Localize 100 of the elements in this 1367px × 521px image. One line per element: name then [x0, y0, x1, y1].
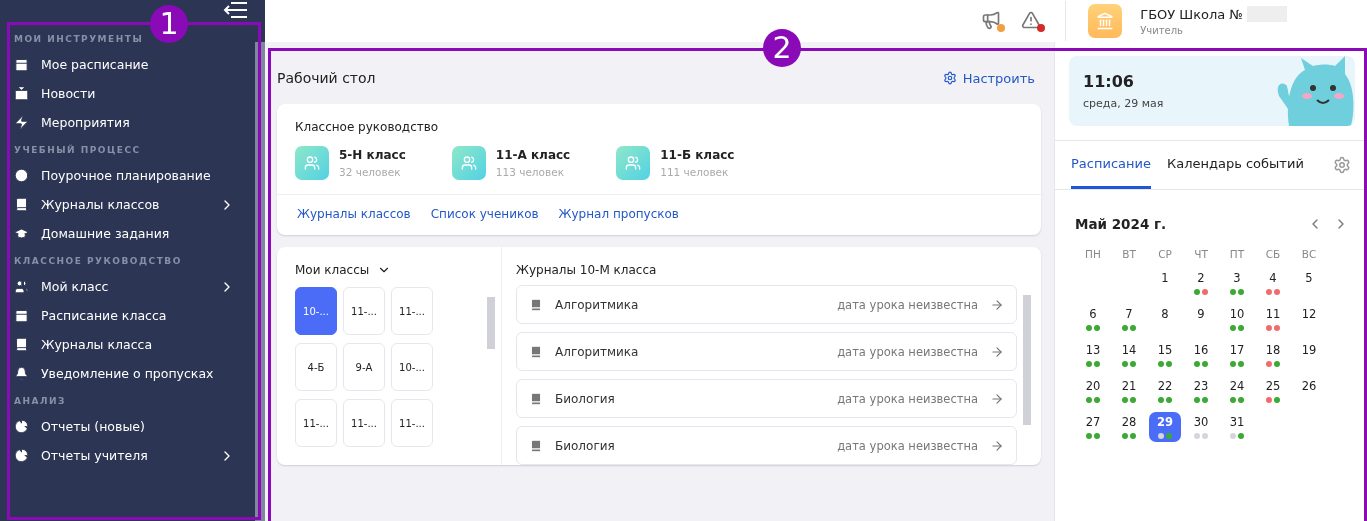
menu-item[interactable]: Мой класс: [14, 272, 255, 301]
section-title: АНАЛИЗ: [14, 396, 67, 406]
class-name: 11-А класс: [495, 148, 571, 162]
calendar-day[interactable]: 9: [1185, 304, 1217, 334]
class-tile[interactable]: 9-А: [343, 343, 385, 391]
link[interactable]: Журнал пропусков: [558, 207, 679, 221]
menu-item[interactable]: Мероприятия: [14, 108, 255, 137]
configure-button[interactable]: Настроить: [936, 70, 1041, 86]
calendar-day[interactable]: 1: [1149, 268, 1181, 298]
tab[interactable]: Календарь событий: [1166, 141, 1304, 189]
book-icon: [14, 337, 29, 352]
menu-item[interactable]: Журналы классов: [14, 190, 255, 219]
calendar-day[interactable]: 3: [1221, 268, 1253, 298]
people-icon: [460, 155, 477, 171]
calendar-day[interactable]: 22: [1149, 376, 1181, 406]
calendar-day[interactable]: 13: [1077, 340, 1109, 370]
calendar-day[interactable]: 29: [1149, 412, 1181, 442]
journal-row[interactable]: Алгоритмика дата урока неизвестна: [516, 332, 1017, 371]
class-tile[interactable]: 11-...: [343, 399, 385, 447]
journal-row[interactable]: Биология дата урока неизвестна: [516, 426, 1017, 465]
pie-chart-icon: [14, 448, 29, 463]
calendar-day[interactable]: 20: [1077, 376, 1109, 406]
class-tile[interactable]: 11-...: [343, 287, 385, 335]
calendar-day[interactable]: 4: [1257, 268, 1289, 298]
section-title: УЧЕБНЫЙ ПРОЦЕСС: [14, 145, 142, 155]
class-tile[interactable]: 11-...: [391, 287, 433, 335]
calendar-day[interactable]: 28: [1113, 412, 1145, 442]
class-tile[interactable]: 11-...: [391, 399, 433, 447]
calendar-day[interactable]: 27: [1077, 412, 1109, 442]
arrow-right-icon: [990, 391, 1004, 406]
link[interactable]: Журналы классов: [297, 207, 411, 221]
journal-row[interactable]: Биология дата урока неизвестна: [516, 379, 1017, 418]
book-icon: [529, 344, 543, 359]
menu-item[interactable]: Отчеты (новые): [14, 412, 255, 441]
calendar-day[interactable]: 11: [1257, 304, 1289, 334]
weekday-label: СБ: [1264, 248, 1282, 262]
calendar-day[interactable]: 19: [1293, 340, 1325, 370]
book-icon: [529, 438, 543, 453]
menu-item[interactable]: Домашние задания: [14, 219, 255, 248]
student-count: 32 человек: [339, 166, 402, 178]
menu-item[interactable]: Журналы класса: [14, 330, 255, 359]
arrow-right-icon: [990, 297, 1004, 312]
current-time: 11:06: [1083, 72, 1135, 91]
menu-item[interactable]: Поурочное планирование: [14, 161, 255, 190]
menu-item[interactable]: Мое расписание: [14, 50, 255, 79]
calendar-day[interactable]: 5: [1293, 268, 1325, 298]
calendar-day[interactable]: 25: [1257, 376, 1289, 406]
menu-item[interactable]: Отчеты учителя: [14, 441, 255, 470]
calendar-day[interactable]: 14: [1113, 340, 1145, 370]
section-title: МОИ ИНСТРУМЕНТЫ: [14, 34, 145, 44]
weekday-label: ПТ: [1228, 248, 1246, 262]
student-count: 113 человек: [495, 166, 565, 178]
weekday-label: ВС: [1300, 248, 1318, 262]
weekday-label: СР: [1157, 248, 1173, 262]
calendar-day[interactable]: 24: [1221, 376, 1253, 406]
calendar-day[interactable]: 31: [1221, 412, 1253, 442]
tv-icon: [14, 86, 29, 101]
gear-icon: [942, 71, 957, 85]
section-title: КЛАССНОЕ РУКОВОДСТВО: [14, 256, 183, 266]
journal-row[interactable]: Алгоритмика дата урока неизвестна: [516, 285, 1017, 324]
calendar-day[interactable]: 26: [1293, 376, 1325, 406]
weekday-label: ЧТ: [1193, 248, 1209, 262]
class-tile[interactable]: 10-...: [391, 343, 433, 391]
book-icon: [529, 391, 543, 406]
class-tile[interactable]: 4-Б: [295, 343, 337, 391]
calendar-day[interactable]: 23: [1185, 376, 1217, 406]
arrow-right-icon: [990, 344, 1004, 359]
class-name: 5-Н класс: [339, 148, 406, 162]
calendar-day[interactable]: 2: [1185, 268, 1217, 298]
bell-icon: [14, 366, 29, 381]
people-icon: [304, 155, 320, 171]
student-count: 111 человек: [660, 166, 730, 178]
menu-item[interactable]: Новости: [14, 79, 255, 108]
class-tile[interactable]: 11-...: [295, 399, 337, 447]
weekday-label: ВТ: [1121, 248, 1137, 262]
calendar-day[interactable]: 12: [1293, 304, 1325, 334]
class-tile[interactable]: 10-...: [295, 287, 337, 335]
calendar-day[interactable]: 8: [1149, 304, 1181, 334]
weekday-label: ПН: [1084, 248, 1102, 262]
menu-item[interactable]: Расписание класса: [14, 301, 255, 330]
classes-dropdown[interactable]: Мои классы: [295, 263, 495, 277]
people-icon: [625, 155, 642, 171]
settings-button[interactable]: [1333, 156, 1351, 174]
class-name: 11-Б класс: [660, 148, 735, 162]
current-date: среда, 29 мая: [1083, 97, 1164, 110]
calendar-icon: [14, 57, 29, 72]
calendar-day[interactable]: 10: [1221, 304, 1253, 334]
calendar-day[interactable]: 30: [1185, 412, 1217, 442]
scrollbar[interactable]: [255, 42, 265, 521]
tab[interactable]: Расписание: [1071, 141, 1151, 189]
calendar-day[interactable]: 17: [1221, 340, 1253, 370]
calendar-day[interactable]: 21: [1113, 376, 1145, 406]
menu-item[interactable]: Уведомление о пропусках: [14, 359, 255, 388]
calendar-day[interactable]: 18: [1257, 340, 1289, 370]
calendar-day[interactable]: 6: [1077, 304, 1109, 334]
calendar-day[interactable]: 7: [1113, 304, 1145, 334]
link[interactable]: Список учеников: [430, 207, 539, 221]
calendar-day[interactable]: 16: [1185, 340, 1217, 370]
calendar-day[interactable]: 15: [1149, 340, 1181, 370]
people-icon: [14, 279, 29, 294]
